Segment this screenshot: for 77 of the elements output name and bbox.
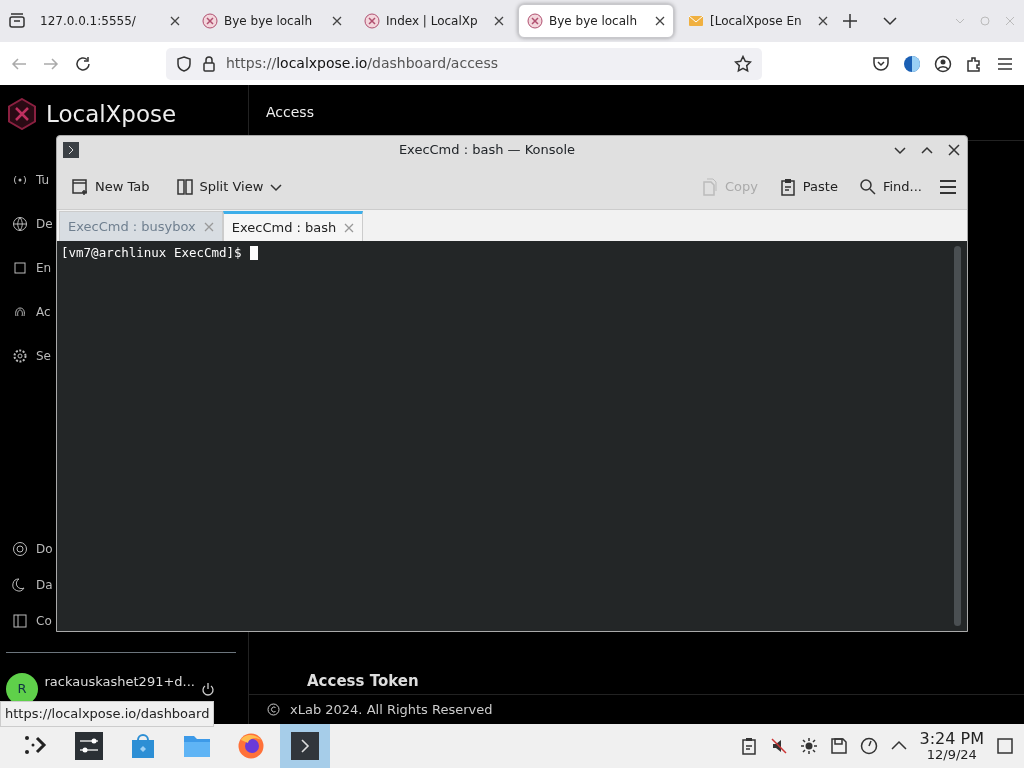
paste-button[interactable]: Paste — [774, 174, 842, 199]
sidebar-item[interactable]: En — [36, 258, 52, 277]
lock-icon — [202, 54, 216, 73]
account-icon[interactable] — [934, 54, 952, 73]
extension-theme-icon[interactable] — [903, 54, 921, 73]
close-icon[interactable] — [818, 16, 828, 26]
link-preview-tooltip: https://localxpose.io/dashboard — [0, 701, 215, 727]
panel-icon — [12, 613, 28, 629]
clipboard-icon — [778, 177, 797, 196]
settings-icon — [12, 347, 28, 364]
footer-text: xLab 2024. All Rights Reserved — [290, 700, 493, 719]
firefox-icon — [237, 732, 265, 760]
tab-list-icon[interactable] — [8, 12, 26, 30]
sidebar-item[interactable]: Do — [36, 540, 53, 558]
shopping-bag-icon — [129, 732, 157, 760]
close-icon[interactable] — [170, 16, 180, 26]
terminal-tab[interactable]: ExecCmd : bash — [222, 211, 364, 241]
page-title: Access — [266, 103, 314, 122]
new-tab-button[interactable]: New Tab — [67, 174, 154, 199]
browser-tab[interactable]: Bye bye localh — [518, 4, 674, 38]
scrollbar[interactable] — [954, 246, 961, 626]
bookmark-star-icon[interactable] — [734, 54, 752, 73]
shell-prompt: [vm7@archlinux ExecCmd]$ — [61, 244, 242, 262]
section-title: Access Token — [307, 670, 420, 692]
shield-icon — [176, 54, 192, 73]
site-logo-icon — [527, 13, 543, 29]
sidebar-item[interactable]: Da — [36, 576, 53, 594]
window-title: ExecCmd : bash — Konsole — [397, 141, 577, 160]
site-logo-icon — [364, 13, 380, 29]
sidebar-item[interactable]: Tu — [36, 170, 50, 189]
search-icon — [858, 177, 877, 196]
puzzle-icon[interactable] — [965, 54, 983, 73]
browser-tab[interactable]: Index | LocalXp — [356, 4, 512, 38]
browser-tab[interactable]: [LocalXpose En — [680, 4, 836, 38]
find-button[interactable]: Find... — [854, 174, 926, 199]
terminal-icon — [291, 732, 319, 760]
user-name: rackauskashet291+d... — [44, 673, 195, 692]
settings-icon — [75, 732, 103, 760]
taskbar-app[interactable] — [280, 724, 330, 768]
site-logo-icon — [202, 13, 218, 29]
close-icon[interactable] — [332, 16, 342, 26]
sidebar-item[interactable]: Se — [36, 346, 51, 365]
split-view-icon — [175, 177, 194, 196]
sidebar-item[interactable]: Ac — [36, 302, 51, 321]
frame-icon — [12, 259, 28, 276]
reload-icon[interactable] — [74, 54, 92, 73]
globe-icon — [12, 215, 28, 232]
address-bar[interactable]: https://localxpose.io/dashboard/access — [166, 47, 762, 80]
new-tab-icon — [71, 177, 89, 196]
sidebar-item[interactable]: De — [36, 214, 53, 233]
moon-icon — [12, 577, 28, 593]
close-icon[interactable] — [494, 16, 504, 26]
copy-icon — [700, 177, 719, 196]
power-icon[interactable] — [201, 682, 216, 696]
logo-text: LocalXpose — [46, 100, 177, 129]
pocket-icon[interactable] — [872, 54, 890, 73]
browser-tab[interactable]: Bye bye localh — [194, 4, 350, 38]
show-desktop-icon[interactable] — [996, 737, 1014, 755]
text-cursor — [249, 246, 258, 260]
url-text: https://localxpose.io/dashboard/access — [226, 54, 499, 73]
menu-icon[interactable] — [939, 177, 957, 196]
app-icon — [63, 142, 79, 158]
logo-icon — [6, 98, 38, 131]
clipboard-icon[interactable] — [739, 737, 758, 755]
envelope-icon — [688, 13, 704, 29]
lifebuoy-icon — [12, 541, 28, 557]
brightness-icon[interactable] — [799, 737, 818, 755]
clock[interactable]: 3:24 PM 12/9/24 — [919, 730, 984, 762]
split-view-button[interactable]: Split View — [171, 174, 288, 199]
close-icon[interactable] — [947, 143, 961, 157]
close-icon[interactable] — [655, 16, 665, 26]
gauge-icon[interactable] — [859, 737, 878, 755]
new-tab-icon[interactable] — [842, 13, 858, 29]
copyright-icon — [267, 703, 280, 716]
speaker-muted-icon[interactable] — [769, 737, 788, 755]
browser-tab[interactable]: 127.0.0.1:5555/ — [32, 4, 188, 38]
sidebar-item[interactable]: Co — [36, 612, 52, 630]
